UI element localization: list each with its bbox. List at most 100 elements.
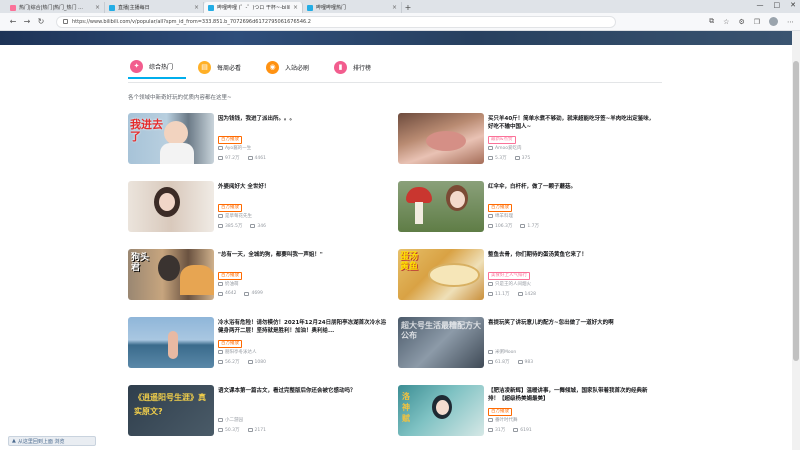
comment-count: 4699: [251, 291, 263, 296]
browser-tab-3[interactable]: 哔哩哔哩 (゜-゜)つロ 干杯~-bilibili ×: [204, 2, 303, 13]
tab-comprehensive-hot[interactable]: ✦ 综合热门: [128, 55, 187, 79]
scrollbar-thumb[interactable]: [793, 61, 799, 361]
danmaku-count-icon: [247, 156, 253, 160]
uploader[interactable]: 是草莓花先生: [218, 213, 252, 219]
collections-icon[interactable]: ❐: [754, 18, 760, 26]
uploader[interactable]: 米粥Moon: [488, 349, 516, 355]
maximize-icon[interactable]: □: [774, 1, 781, 9]
video-title[interactable]: "总有一天，全城的狗，都要叫我一声姐！": [218, 251, 388, 259]
up-icon: [488, 418, 493, 422]
up-icon: [488, 146, 493, 150]
mushroom-stem: [415, 202, 423, 224]
video-title[interactable]: 喜提玩笑了讲玩意儿的配方~忽出做了一道好大的啊: [488, 319, 658, 327]
play-count-icon: [488, 224, 493, 228]
video-card[interactable]: 洛神赋 【肥洁凌新辉】温暖讲事，一舞倾城，国家队带着我首次的经典新排！【超级杨美…: [398, 385, 658, 437]
video-card[interactable]: 我进去了 因为钱钱，我进了派出所。。。 百万播放 Ayo酱的一生 97.2万 4…: [128, 113, 388, 165]
arrow-up-icon: ▲: [12, 438, 16, 444]
video-title[interactable]: 整鱼去骨，你们期待的蛋汤黄鱼它来了！: [488, 251, 658, 259]
uploader[interactable]: 奶油萌: [218, 281, 239, 287]
video-thumbnail[interactable]: 超大号生活最糟配方大公布: [398, 317, 484, 368]
play-count-icon: [488, 156, 493, 160]
profile-avatar[interactable]: [769, 17, 778, 26]
back-to-top-button[interactable]: ▲ 从这里回到上面 浏览: [8, 436, 96, 446]
video-card[interactable]: 蛋汤黄鱼 整鱼去骨，你们期待的蛋汤黄鱼它来了！ 美食好上人气排行 只是王的人间烟…: [398, 249, 658, 301]
close-icon[interactable]: ×: [95, 4, 100, 11]
view-count: 50.3万: [225, 428, 240, 433]
video-title[interactable]: 【肥洁凌新辉】温暖讲事，一舞倾城，国家队带着我首次的经典新排！【超级杨美娟最美】: [488, 387, 658, 403]
video-thumbnail[interactable]: 我进去了: [128, 113, 214, 164]
video-card[interactable]: 买只羊40斤！简单水煮不够劲，就来超能吃牙签~羊肉吃出定鉴味，好吃不输中国人~ …: [398, 113, 658, 165]
video-thumbnail[interactable]: 洛神赋: [398, 385, 484, 436]
video-card[interactable]: 红伞伞，白杆杆，做了一颗子蘑菇。 百万播放 绵羊料理 106.3万 1.7万: [398, 181, 658, 233]
video-thumbnail[interactable]: 《逍遥阳号生涯》真实原文?: [128, 385, 214, 436]
video-stats: 31万 6191: [488, 427, 532, 433]
reload-icon[interactable]: ↻: [34, 15, 48, 29]
close-window-icon[interactable]: ✕: [790, 1, 796, 9]
extensions-icon[interactable]: ⚙: [738, 18, 744, 26]
new-tab-button[interactable]: +: [402, 2, 414, 13]
window-controls: — □ ✕: [757, 1, 797, 9]
video-card[interactable]: 狗头君 "总有一天，全城的狗，都要叫我一声姐！" 百万播放 奶油萌 4642 4…: [128, 249, 388, 301]
video-title[interactable]: 冷水浴有危险！请勿模仿！2021年12月24日朋阳亭冻湖首次冷水浴健身两开二层！…: [218, 319, 388, 335]
video-title[interactable]: 外婆阅好大 全世好！: [218, 183, 388, 191]
video-title[interactable]: 语文课本第一篇古文，看过完整版后你还会被它感动吗？: [218, 387, 388, 395]
back-arrow-icon[interactable]: ←: [6, 15, 20, 29]
address-bar[interactable]: https://www.bilibili.com/v/popular/all?s…: [56, 15, 616, 28]
video-stats: 11.1万 1428: [488, 291, 536, 297]
video-card[interactable]: 《逍遥阳号生涯》真实原文? 语文课本第一篇古文，看过完整版后你还会被它感动吗？ …: [128, 385, 388, 437]
video-thumbnail[interactable]: [128, 317, 214, 368]
uploader[interactable]: 绵羊料理: [488, 213, 513, 219]
close-icon[interactable]: ×: [194, 4, 199, 11]
bilibili-favicon-icon: [208, 4, 214, 11]
uploader[interactable]: 朋阳亭冬泳达人: [218, 349, 257, 355]
close-icon[interactable]: ×: [392, 4, 397, 11]
up-icon: [218, 146, 223, 150]
video-card[interactable]: 冷水浴有危险！请勿模仿！2021年12月24日朋阳亭冻湖首次冷水浴健身两开二层！…: [128, 317, 388, 369]
video-stats: 50.3万 2171: [218, 427, 266, 433]
close-icon[interactable]: ×: [293, 4, 298, 11]
browser-toolbar: ← → ↻ https://www.bilibili.com/v/popular…: [0, 13, 800, 31]
bilibili-favicon-icon: [10, 4, 16, 11]
video-thumbnail[interactable]: [398, 181, 484, 232]
uploader[interactable]: 只是王的人间烟火: [488, 281, 531, 287]
browser-tab-2[interactable]: 直播|主播每日 ×: [105, 2, 204, 13]
favorite-star-icon[interactable]: ☆: [723, 18, 729, 26]
page-scrollbar[interactable]: [792, 31, 800, 450]
fire-icon: ✦: [130, 59, 143, 73]
forward-arrow-icon[interactable]: →: [20, 15, 34, 29]
video-thumbnail[interactable]: 狗头君: [128, 249, 214, 300]
more-menu-icon[interactable]: ⋯: [787, 18, 794, 26]
read-mode-icon[interactable]: ⧉: [709, 17, 714, 26]
video-title[interactable]: 因为钱钱，我进了派出所。。。: [218, 115, 388, 123]
video-title[interactable]: 买只羊40斤！简单水煮不够劲，就来超能吃牙签~羊肉吃出定鉴味，好吃不输中国人~: [488, 115, 658, 131]
person-face: [159, 193, 175, 211]
video-stats: 5.3万 375: [488, 155, 530, 161]
video-thumbnail[interactable]: [398, 113, 484, 164]
uploader[interactable]: Amoo爱吃肉: [488, 145, 521, 151]
thumbnail-caption: 洛神赋: [402, 392, 410, 423]
browser-tab-1[interactable]: 热门|综合|热门|热门_热门 ... ×: [6, 2, 105, 13]
toolbar-icons: ⧉ ☆ ⚙ ❐ ⋯: [709, 17, 794, 26]
person-face: [436, 400, 449, 415]
video-card[interactable]: 外婆阅好大 全世好！ 百万播放 是草莓花先生 385.5万 346: [128, 181, 388, 233]
status-badge: 百万播放: [488, 408, 512, 416]
video-title[interactable]: 红伞伞，白杆杆，做了一颗子蘑菇。: [488, 183, 658, 191]
browser-tab-4[interactable]: 哔哩哔哩热门 ×: [303, 2, 402, 13]
tab-entry-must-see[interactable]: ◉ 入站必刷: [264, 55, 322, 79]
view-count: 61.8万: [495, 360, 510, 365]
uploader[interactable]: 番叶时代舞: [488, 417, 518, 423]
view-count: 106.3万: [495, 224, 513, 229]
comment-count: 1.7万: [527, 224, 540, 229]
up-icon: [488, 350, 493, 354]
tab-weekly-must-watch[interactable]: ▤ 每周必看: [196, 55, 254, 79]
up-icon: [218, 282, 223, 286]
video-card[interactable]: 超大号生活最糟配方大公布 喜提玩笑了讲玩意儿的配方~忽出做了一道好大的啊 米粥M…: [398, 317, 658, 369]
minimize-icon[interactable]: —: [757, 1, 764, 9]
video-thumbnail[interactable]: [128, 181, 214, 232]
comment-count: 1080: [254, 359, 266, 365]
uploader[interactable]: Ayo酱的一生: [218, 145, 251, 151]
comment-count: 1428: [524, 291, 536, 297]
tab-ranking[interactable]: ▮ 排行榜: [332, 55, 384, 79]
video-thumbnail[interactable]: 蛋汤黄鱼: [398, 249, 484, 300]
uploader[interactable]: 小二游园: [218, 417, 243, 423]
